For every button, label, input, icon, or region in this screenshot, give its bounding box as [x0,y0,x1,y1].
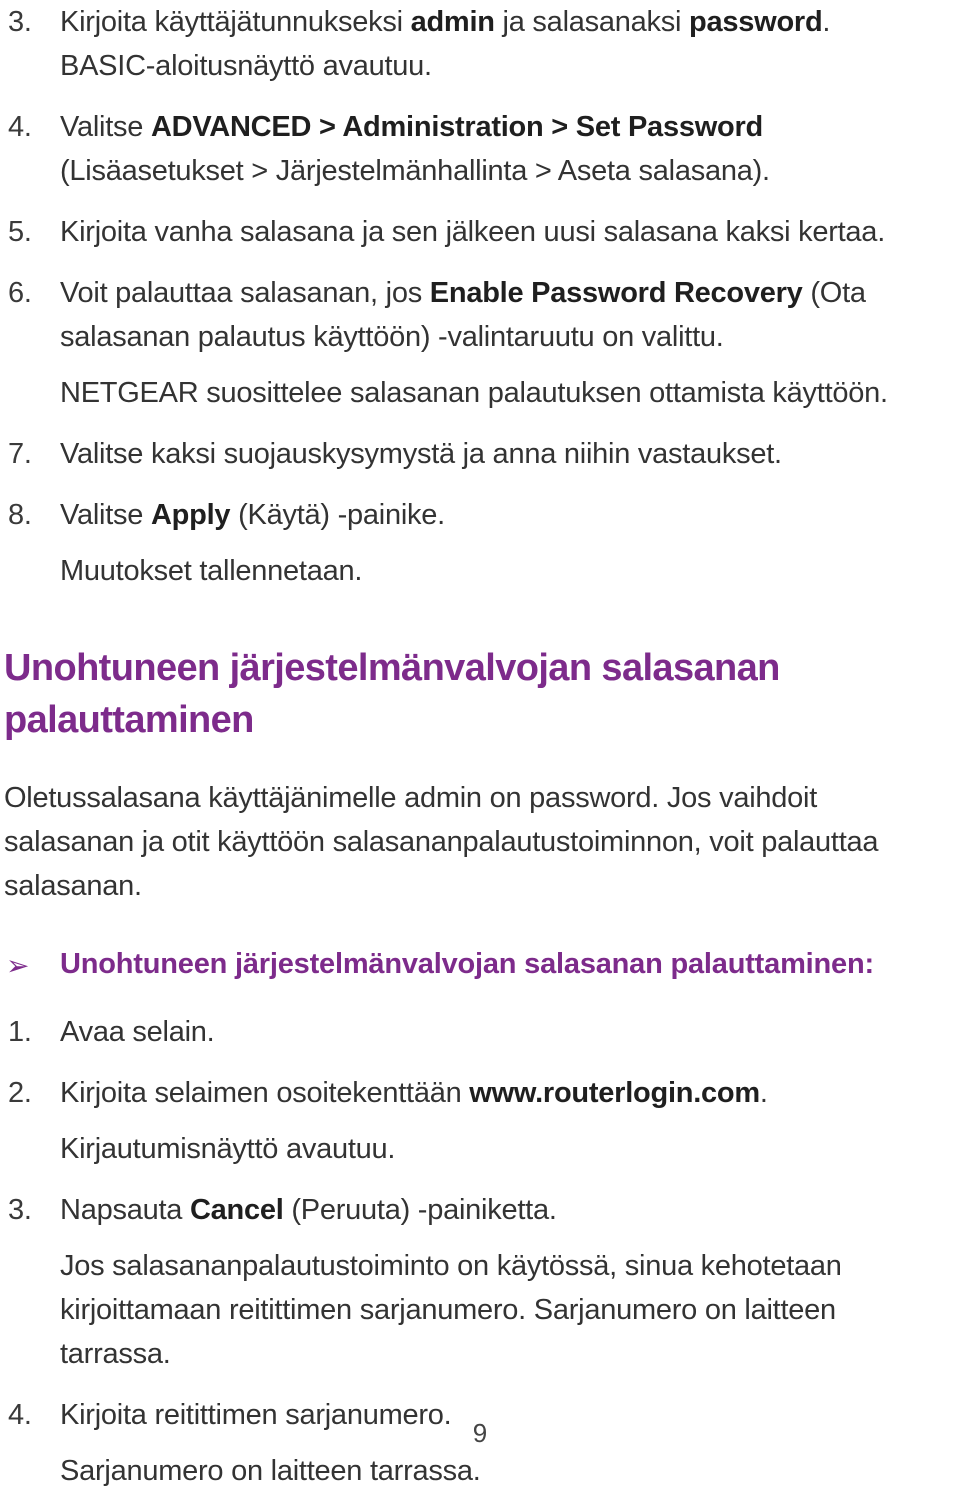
emphasis-text: password [689,6,823,38]
list-item-number: 4. [8,111,32,143]
body-text: Sarjanumero on laitteen tarrassa. [60,1455,481,1487]
body-text: ja salasanaksi [494,6,690,38]
list-item-number: 7. [8,438,32,470]
emphasis-text: Apply [150,499,231,531]
list-item-continuation: Sarjanumero on laitteen tarrassa. [60,1449,948,1493]
emphasis-text: admin [410,6,495,38]
procedure-list-top: 3. Kirjoita käyttäjätunnukseksi admin ja … [4,0,948,607]
list-item-text: Kirjoita selaimen osoitekenttään www.rou… [60,1071,948,1115]
body-text: Kirjoita vanha salasana ja sen jälkeen u… [60,216,885,248]
body-text: Valitse kaksi suojauskysymystä ja anna n… [60,438,782,470]
body-text: (Peruuta) -painiketta. [283,1194,557,1226]
body-text: NETGEAR suosittelee salasanan palautukse… [60,377,888,409]
body-text: . [759,1077,768,1109]
body-text: (Lisäasetukset > Järjestelmänhallinta > … [60,155,770,187]
list-item-continuation: Muutokset tallennetaan. [60,549,948,593]
procedure-subheading: ➢ Unohtuneen järjestelmänvalvojan salasa… [4,944,948,984]
list-item-continuation: BASIC-aloitusnäyttö avautuu. [60,44,948,88]
list-item-text: Kirjoita käyttäjätunnukseksi admin ja sa… [60,0,948,44]
body-text: Oletussalasana käyttäjänimelle admin on … [4,782,879,902]
list-item: 6. Voit palauttaa salasanan, jos Enable P… [4,271,948,429]
body-text: Kirjoita selaimen osoitekenttään [60,1077,470,1109]
list-item-text: Valitse Apply (Käytä) -painike. [60,493,948,537]
list-item-text: Valitse ADVANCED > Administration > Set … [60,105,948,149]
list-item-number: 8. [8,499,32,531]
emphasis-text: Cancel [189,1194,284,1226]
list-item-text: Napsauta Cancel (Peruuta) -painiketta. [60,1188,948,1232]
list-item-continuation: Jos salasananpalautustoiminto on käytöss… [60,1244,948,1376]
list-item-number: 6. [8,277,32,309]
list-item: 5. Kirjoita vanha salasana ja sen jälkeen… [4,210,948,268]
page-number: 9 [472,1418,488,1448]
list-item-text: Avaa selain. [60,1010,948,1054]
list-item-number: 1. [8,1016,32,1048]
body-text: Valitse [60,499,151,531]
list-item: 1. Avaa selain. [4,1010,948,1068]
list-item-number: 3. [8,1194,32,1226]
list-item: 7. Valitse kaksi suojauskysymystä ja anna… [4,432,948,490]
emphasis-text: www.routerlogin.com [469,1077,760,1109]
list-item: 4. Valitse ADVANCED > Administration > Se… [4,105,948,207]
list-item: 3. Napsauta Cancel (Peruuta) -painiketta.… [4,1188,948,1390]
body-text: (Käytä) -painike. [230,499,445,531]
body-text: Kirjautumisnäyttö avautuu. [60,1133,396,1165]
body-text: Valitse [60,111,151,143]
list-item-text: Voit palauttaa salasanan, jos Enable Pas… [60,271,948,359]
list-item-number: 3. [8,6,32,38]
list-item-continuation: Kirjautumisnäyttö avautuu. [60,1127,948,1171]
list-item: 2. Kirjoita selaimen osoitekenttään www.r… [4,1071,948,1185]
body-text: Avaa selain. [60,1016,215,1048]
body-text: Napsauta [60,1194,190,1226]
list-item: 8. Valitse Apply (Käytä) -painike. Muutoks… [4,493,948,607]
list-item-text: Kirjoita vanha salasana ja sen jälkeen u… [60,210,948,254]
section-intro-paragraph: Oletussalasana käyttäjänimelle admin on … [4,776,944,908]
emphasis-text: ADVANCED > Administration > Set Password [150,111,763,143]
procedure-subheading-label: Unohtuneen järjestelmänvalvojan salasana… [60,948,874,980]
list-item-text: Valitse kaksi suojauskysymystä ja anna n… [60,432,948,476]
body-text: Kirjoita käyttäjätunnukseksi [60,6,411,38]
body-text: Jos salasananpalautustoiminto on käytöss… [60,1250,842,1370]
list-item-number: 5. [8,216,32,248]
emphasis-text: Enable Password Recovery [429,277,803,309]
list-item: 4. Kirjoita reitittimen sarjanumero. Sarja… [4,1393,948,1507]
list-item-number: 2. [8,1077,32,1109]
body-text: Muutokset tallennetaan. [60,555,363,587]
section-heading: Unohtuneen järjestelmänvalvojan salasana… [4,647,780,741]
body-text: . [822,6,831,38]
arrow-bullet-icon: ➢ [6,950,30,981]
body-text: BASIC-aloitusnäyttö avautuu. [60,50,432,82]
body-text: Voit palauttaa salasanan, jos [60,277,430,309]
list-item-continuation: (Lisäasetukset > Järjestelmänhallinta > … [60,149,948,193]
document-page: 3. Kirjoita käyttäjätunnukseksi admin ja … [0,0,960,1487]
list-item-continuation: NETGEAR suosittelee salasanan palautukse… [60,371,948,415]
list-item: 3. Kirjoita käyttäjätunnukseksi admin ja … [4,0,948,102]
